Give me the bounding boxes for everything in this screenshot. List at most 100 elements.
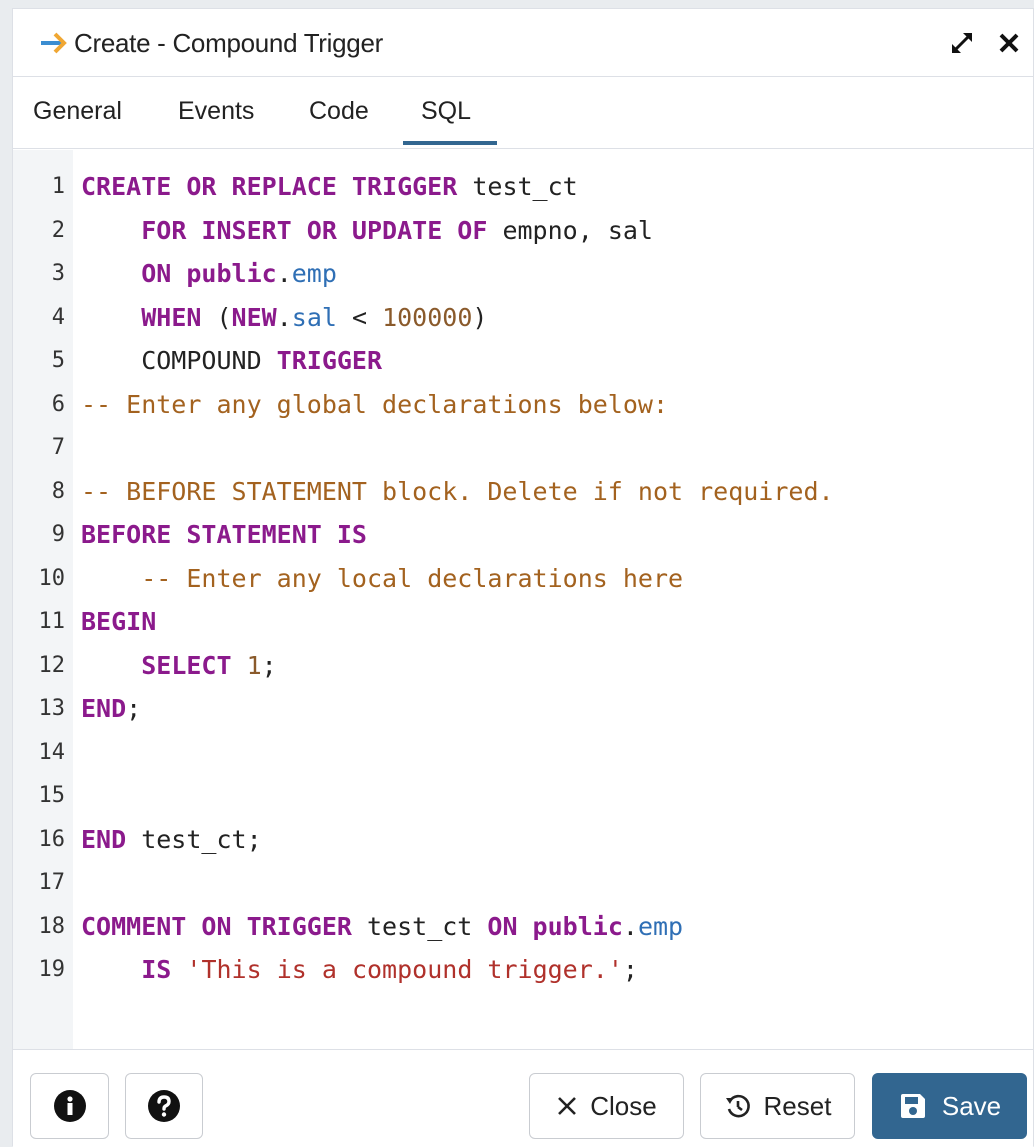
code-token-kw: FOR INSERT OR UPDATE OF <box>141 215 488 245</box>
code-token-plain: COMPOUND <box>81 346 277 375</box>
code-token-cmt: -- BEFORE STATEMENT block. Delete if not… <box>81 476 834 506</box>
code-token-num: 100000 <box>382 302 473 332</box>
code-token-kw: TRIGGER <box>276 346 383 375</box>
code-token-kw: CREATE OR REPLACE TRIGGER <box>81 172 458 201</box>
line-number: 12 <box>38 652 66 678</box>
code-token-plain: . <box>276 302 292 332</box>
line-number: 14 <box>38 739 66 765</box>
code-token-var: emp <box>291 259 337 288</box>
code-line[interactable]: 12 SELECT 1; <box>13 644 1033 688</box>
line-number: 19 <box>38 957 66 982</box>
line-number: 16 <box>38 826 66 852</box>
code-token-plain: . <box>622 911 638 941</box>
reset-button[interactable]: Reset <box>700 1073 855 1139</box>
code-text: -- Enter any global declarations below: <box>81 383 668 427</box>
code-text: ON public.emp <box>81 252 337 296</box>
line-number: 7 <box>51 435 65 460</box>
code-text: -- Enter any local declarations here <box>81 557 683 601</box>
dialog-title: Create - Compound Trigger <box>74 28 383 58</box>
code-text: COMPOUND TRIGGER <box>81 339 382 383</box>
code-token-cmt: -- Enter any global declarations below: <box>81 389 668 419</box>
code-line[interactable]: 3 ON public.emp <box>13 252 1033 296</box>
sql-editor[interactable]: 1 CREATE OR REPLACE TRIGGER test_ct 2 FOR … <box>13 150 1033 1049</box>
code-line[interactable]: 8 -- BEFORE STATEMENT block. Delete if no… <box>13 470 1033 514</box>
info-button[interactable] <box>30 1073 109 1139</box>
code-token-kw: ON public <box>487 911 623 941</box>
code-token-plain: test_ct <box>351 911 488 941</box>
code-token-kw: WHEN <box>141 302 202 332</box>
code-token-kw: ON public <box>141 259 277 288</box>
code-text: BEFORE STATEMENT IS <box>81 513 367 557</box>
line-number: 17 <box>38 870 66 895</box>
close-button[interactable]: Close <box>529 1073 684 1139</box>
code-line[interactable]: 13 END; <box>13 687 1033 731</box>
code-line[interactable]: 5 COMPOUND TRIGGER <box>13 339 1033 383</box>
code-token-plain: test_ct; <box>126 824 262 854</box>
line-number: 11 <box>38 609 66 634</box>
line-number: 2 <box>51 217 65 243</box>
code-line[interactable]: 19 IS 'This is a compound trigger.'; <box>13 948 1033 992</box>
maximize-icon[interactable] <box>947 28 977 58</box>
code-token-plain: . <box>276 259 292 288</box>
save-button-label: Save <box>941 1090 1002 1121</box>
code-line[interactable]: 11 BEGIN <box>13 600 1033 644</box>
dialog-titlebar[interactable]: Create - Compound Trigger <box>13 9 1033 77</box>
tab-general[interactable]: General <box>33 95 122 127</box>
code-token-plain: test_ct <box>457 172 578 201</box>
code-line[interactable]: 1 CREATE OR REPLACE TRIGGER test_ct <box>13 165 1033 209</box>
code-line[interactable]: 15 <box>13 774 1033 818</box>
close-button-label: Close <box>590 1090 657 1121</box>
code-token-plain: empno, sal <box>487 215 653 245</box>
active-tab-indicator <box>403 141 497 145</box>
code-token-plain: ; <box>126 694 142 723</box>
close-icon <box>558 1097 577 1115</box>
info-icon <box>53 1090 86 1122</box>
code-line[interactable]: 10 -- Enter any local declarations here <box>13 557 1033 601</box>
code-text: FOR INSERT OR UPDATE OF empno, sal <box>81 209 653 253</box>
code-token-kw: NEW <box>231 302 277 332</box>
reset-button-label: Reset <box>763 1090 832 1121</box>
code-text: END test_ct; <box>81 818 262 862</box>
code-line[interactable]: 4 WHEN (NEW.sal < 100000) <box>13 296 1033 340</box>
code-token-plain: ; <box>261 650 277 680</box>
create-compound-trigger-dialog: Create - Compound Trigger General Events… <box>12 8 1034 1147</box>
code-token-num: 1 <box>246 650 262 680</box>
line-number: 8 <box>51 478 65 504</box>
code-token-kw: END <box>81 694 127 723</box>
tab-sql[interactable]: SQL <box>421 95 471 127</box>
code-text: -- BEFORE STATEMENT block. Delete if not… <box>81 470 834 514</box>
code-line[interactable]: 9 BEFORE STATEMENT IS <box>13 513 1033 557</box>
code-token-var: sal <box>291 302 337 332</box>
code-line[interactable]: 2 FOR INSERT OR UPDATE OF empno, sal <box>13 209 1033 253</box>
save-button[interactable]: Save <box>872 1073 1027 1139</box>
save-icon <box>900 1094 925 1118</box>
close-icon[interactable] <box>995 29 1023 57</box>
code-text: WHEN (NEW.sal < 100000) <box>81 296 487 340</box>
code-line[interactable]: 6 -- Enter any global declarations below: <box>13 383 1033 427</box>
line-number: 1 <box>51 174 65 199</box>
code-line[interactable]: 18 COMMENT ON TRIGGER test_ct ON public.e… <box>13 905 1033 949</box>
line-number: 6 <box>51 391 65 417</box>
code-token-kw: IS <box>141 955 172 984</box>
dialog-tabs: General Events Code SQL <box>13 77 1033 149</box>
code-line[interactable]: 14 <box>13 731 1033 775</box>
code-line[interactable]: 16 END test_ct; <box>13 818 1033 862</box>
code-line[interactable]: 7 <box>13 426 1033 470</box>
tab-code[interactable]: Code <box>309 95 369 127</box>
code-token-kw: BEGIN <box>81 607 157 636</box>
code-token-var: emp <box>637 911 684 941</box>
trigger-arrow-icon <box>41 32 67 54</box>
tab-events[interactable]: Events <box>178 95 254 127</box>
code-token-str: 'This is a compound trigger.' <box>186 955 623 984</box>
line-number: 4 <box>51 304 65 330</box>
help-button[interactable] <box>125 1073 203 1139</box>
code-token-plain: ) <box>472 302 488 332</box>
code-token-plain: ( <box>201 302 232 332</box>
code-line[interactable]: 17 <box>13 861 1033 905</box>
code-token-plain: ; <box>622 955 638 984</box>
